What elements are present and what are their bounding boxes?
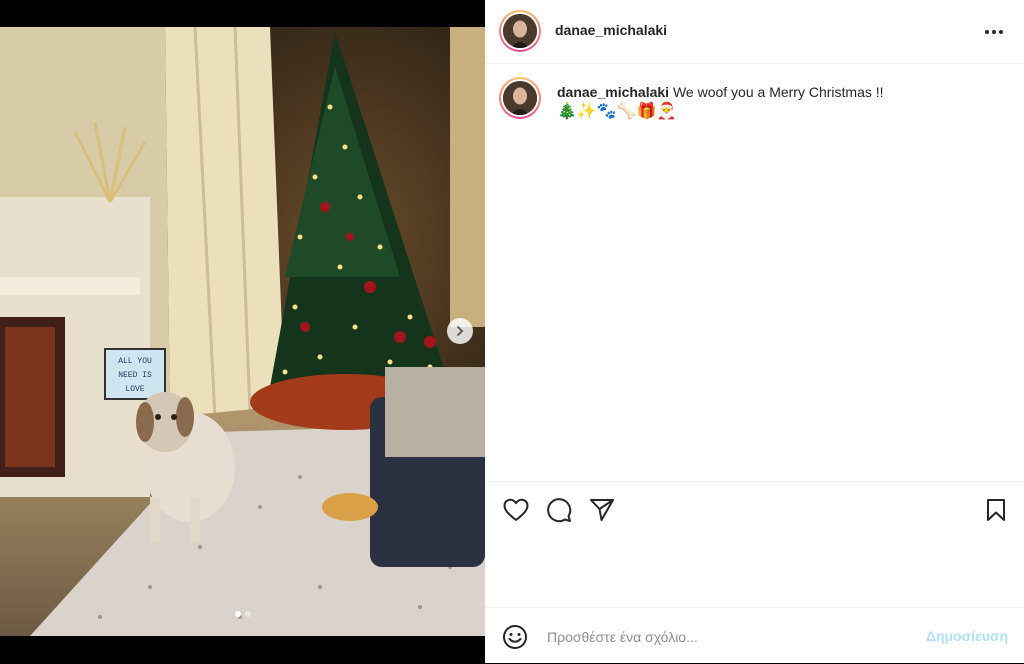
heart-icon	[503, 498, 529, 521]
post-media: ALL YOU NEED IS LOVE	[0, 0, 485, 663]
avatar[interactable]	[499, 10, 541, 52]
comment-bar: Δημοσίευση	[485, 607, 1024, 664]
post-details-panel: danae_michalaki danae_michalaki We woof …	[485, 0, 1024, 663]
share-button[interactable]	[588, 496, 616, 524]
comment-input[interactable]	[545, 624, 909, 650]
caption-emojis: 🎄✨🐾🦴🎁🎅	[557, 103, 677, 120]
post-caption: danae_michalaki We woof you a Merry Chri…	[557, 82, 997, 122]
header-username[interactable]: danae_michalaki	[555, 22, 667, 38]
caption-text: We woof you a Merry Christmas !!	[672, 84, 884, 100]
carousel-dot-1	[234, 611, 241, 617]
bookmark-icon	[987, 499, 1005, 521]
actions-divider	[485, 481, 1024, 482]
post-comment-button[interactable]: Δημοσίευση	[926, 628, 1008, 644]
save-button[interactable]	[982, 496, 1010, 524]
post-photo[interactable]: ALL YOU NEED IS LOVE	[0, 27, 485, 636]
like-button[interactable]	[502, 496, 530, 524]
carousel-indicator	[0, 611, 485, 617]
send-icon	[590, 499, 614, 521]
more-horizontal-icon	[985, 30, 1003, 34]
emoji-picker-button[interactable]	[502, 624, 528, 650]
chevron-right-icon	[457, 326, 464, 336]
lightbox-line-2: NEED IS	[118, 371, 152, 380]
carousel-next-button[interactable]	[447, 318, 473, 344]
carousel-dot-2	[244, 611, 251, 617]
more-options-button[interactable]	[982, 20, 1006, 44]
lightbox-line-1: ALL YOU	[118, 357, 152, 366]
caption-avatar[interactable]	[499, 77, 541, 119]
lightbox-line-3: LOVE	[125, 385, 144, 394]
caption-username[interactable]: danae_michalaki	[557, 84, 669, 100]
comment-button[interactable]	[545, 496, 573, 524]
comment-icon	[547, 498, 572, 523]
post-header: danae_michalaki	[485, 0, 1024, 64]
smiley-icon	[503, 625, 527, 649]
